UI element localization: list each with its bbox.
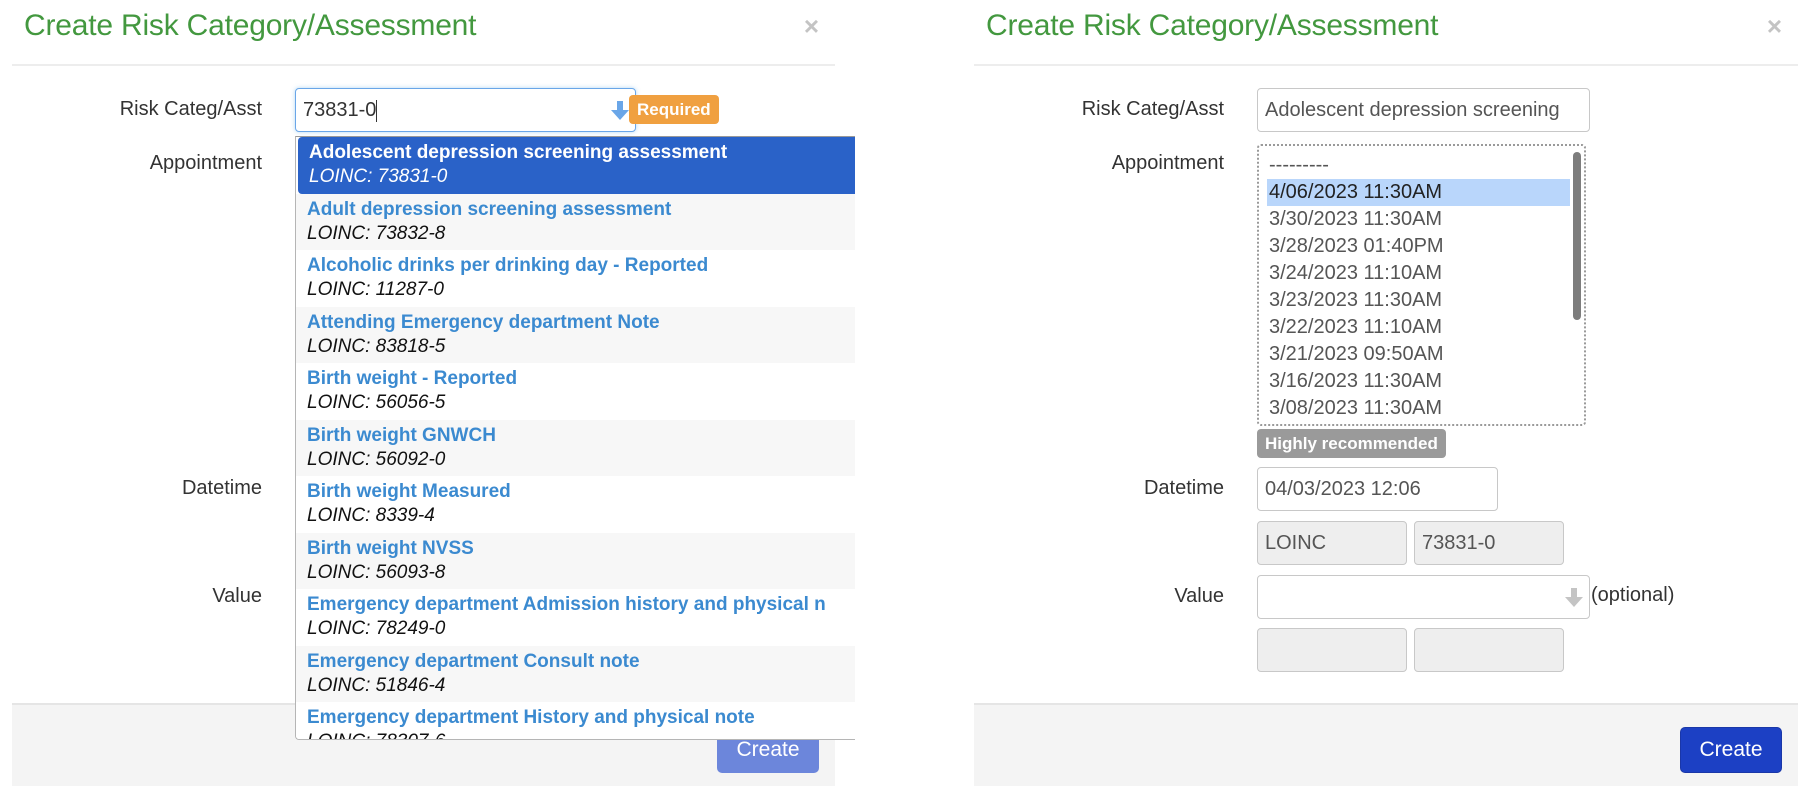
- risk-categ-select[interactable]: Adolescent depression screening: [1257, 88, 1590, 132]
- option-name: Birth weight - Reported: [307, 368, 518, 389]
- dropdown-option[interactable]: Birth weight - Reported LOINC: 56056-5: [296, 363, 855, 420]
- text-cursor: [376, 99, 378, 122]
- appointment-option[interactable]: 3/28/2023 01:40PM: [1259, 233, 1570, 260]
- arrow-down-icon[interactable]: [1565, 588, 1583, 608]
- dropdown-option[interactable]: Birth weight GNWCH LOINC: 56092-0: [296, 419, 855, 476]
- risk-categ-selected-value: Adolescent depression screening: [1265, 99, 1560, 121]
- optional-note: (optional): [1591, 584, 1675, 606]
- option-name: Adolescent depression screening assessme…: [309, 142, 728, 163]
- option-name: Attending Emergency department Note: [307, 311, 660, 333]
- value-code-system-field: [1257, 628, 1407, 672]
- appointment-option[interactable]: 3/08/2023 11:30AM: [1259, 395, 1570, 422]
- datetime-input[interactable]: 04/03/2023 12:06: [1257, 467, 1498, 511]
- risk-categ-label: Risk Categ/Asst: [119, 98, 262, 120]
- option-code: LOINC: 73831-0: [309, 166, 448, 187]
- option-name: Emergency department Consult note: [307, 650, 640, 672]
- option-name: Birth weight NVSS: [307, 537, 474, 559]
- datetime-label: Datetime: [1143, 477, 1224, 499]
- appointment-option[interactable]: 3/30/2023 11:30AM: [1259, 206, 1570, 233]
- value-code-field: [1414, 628, 1564, 672]
- code-system-field: LOINC: [1257, 521, 1407, 565]
- value-label: Value: [1174, 585, 1224, 607]
- option-name: Emergency department Admission history a…: [307, 594, 826, 615]
- modal-title: Create Risk Category/Assessment: [986, 9, 1439, 42]
- appointment-option[interactable]: 3/24/2023 11:10AM: [1259, 260, 1570, 287]
- risk-categ-dropdown[interactable]: Adolescent depression screening assessme…: [295, 136, 855, 740]
- option-code: LOINC: 56093-8: [307, 561, 446, 583]
- code-value-field: 73831-0: [1414, 521, 1564, 565]
- appointment-option[interactable]: ---------: [1259, 152, 1570, 179]
- option-name: Birth weight GNWCH: [307, 424, 496, 446]
- listbox-scrollbar[interactable]: [1573, 152, 1581, 320]
- datetime-label: Datetime: [181, 477, 262, 499]
- option-code: LOINC: 56092-0: [307, 448, 446, 470]
- appointment-option[interactable]: 3/21/2023 09:50AM: [1259, 341, 1570, 368]
- option-code: LOINC: 73832-8: [307, 222, 446, 244]
- option-code: LOINC: 78307-6: [307, 730, 845, 739]
- value-select[interactable]: [1257, 575, 1590, 619]
- modal-footer: Create: [974, 703, 1798, 786]
- appointment-option[interactable]: 3/23/2023 11:30AM: [1259, 287, 1570, 314]
- option-name: Emergency department History and physica…: [307, 707, 755, 728]
- option-name: Adult depression screening assessment: [307, 198, 672, 220]
- left-create-risk-modal: Create Risk Category/Assessment × Risk C…: [12, 0, 855, 786]
- option-name: Alcoholic drinks per drinking day - Repo…: [307, 255, 709, 276]
- close-icon[interactable]: ×: [804, 12, 819, 40]
- appointment-label: Appointment: [149, 152, 262, 174]
- dropdown-option[interactable]: Attending Emergency department Note LOINC…: [296, 306, 855, 363]
- risk-categ-label: Risk Categ/Asst: [1081, 98, 1224, 120]
- appointment-label: Appointment: [1111, 152, 1224, 174]
- option-code: LOINC: 78249-0: [307, 618, 446, 639]
- option-code: LOINC: 83818-5: [307, 335, 446, 357]
- value-label: Value: [212, 585, 262, 607]
- modal-header: Create Risk Category/Assessment ×: [12, 0, 835, 66]
- arrow-down-icon[interactable]: [611, 101, 629, 121]
- modal-header: Create Risk Category/Assessment ×: [974, 0, 1798, 66]
- close-icon[interactable]: ×: [1767, 12, 1782, 40]
- dropdown-option[interactable]: Adult depression screening assessment LOI…: [296, 193, 855, 250]
- datetime-value: 04/03/2023 12:06: [1265, 478, 1421, 500]
- option-code: LOINC: 8339-4: [307, 505, 435, 526]
- appointment-listbox[interactable]: --------- 4/06/2023 11:30AM 3/30/2023 11:3…: [1257, 144, 1586, 426]
- dropdown-option[interactable]: Emergency department Admission history a…: [296, 589, 855, 646]
- dropdown-option[interactable]: Adolescent depression screening assessme…: [298, 137, 855, 194]
- dropdown-option[interactable]: Alcoholic drinks per drinking day - Repo…: [296, 250, 855, 307]
- dropdown-option[interactable]: Birth weight Measured LOINC: 8339-4: [296, 476, 855, 533]
- code-value: 73831-0: [1422, 532, 1496, 554]
- appointment-option[interactable]: 3/16/2023 11:30AM: [1259, 368, 1570, 395]
- modal-title: Create Risk Category/Assessment: [24, 9, 477, 42]
- option-code: LOINC: 11287-0: [307, 279, 444, 300]
- option-code: LOINC: 56056-5: [307, 392, 446, 413]
- create-button[interactable]: Create: [1680, 727, 1782, 773]
- risk-categ-search-input[interactable]: 73831-0: [295, 88, 636, 132]
- code-system-value: LOINC: [1265, 532, 1327, 554]
- dropdown-option[interactable]: Emergency department History and physica…: [296, 702, 855, 739]
- dropdown-option[interactable]: Birth weight NVSS LOINC: 56093-8: [296, 532, 855, 589]
- required-badge: Required: [629, 95, 719, 124]
- option-name: Birth weight Measured: [307, 481, 511, 502]
- search-input-value: 73831-0: [303, 99, 377, 121]
- highly-recommended-badge: Highly recommended: [1257, 429, 1446, 458]
- right-create-risk-modal: Create Risk Category/Assessment × Risk C…: [974, 0, 1798, 786]
- appointment-option[interactable]: 4/06/2023 11:30AM: [1267, 179, 1570, 206]
- appointment-option[interactable]: 3/22/2023 11:10AM: [1259, 314, 1570, 341]
- option-code: LOINC: 51846-4: [307, 674, 446, 696]
- dropdown-option[interactable]: Emergency department Consult note LOINC: …: [296, 645, 855, 702]
